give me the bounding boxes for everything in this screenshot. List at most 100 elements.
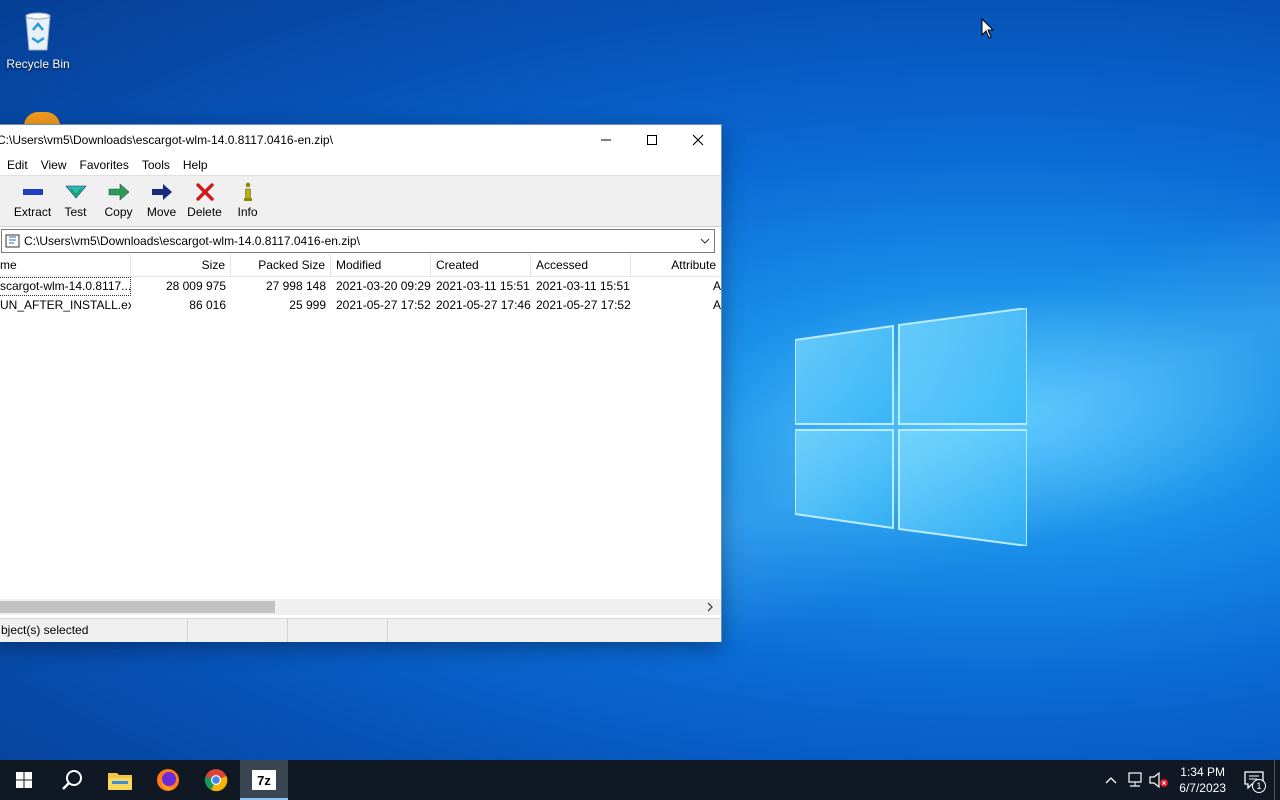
horizontal-scrollbar[interactable] (0, 599, 721, 615)
file-packed-size: 27 998 148 (265, 279, 326, 293)
firefox-icon (157, 769, 179, 791)
clock-time: 1:34 PM (1180, 765, 1225, 779)
toolbar: Extract Test Copy Move Delete Info (0, 175, 721, 227)
close-button[interactable] (675, 125, 721, 155)
status-segment-packed (288, 619, 388, 642)
system-tray: 1:34 PM 6/7/2023 1 (1099, 760, 1280, 800)
column-modified[interactable]: Modified (331, 254, 431, 276)
status-selection-text: bject(s) selected (0, 619, 188, 642)
windows-logo-wallpaper (795, 308, 1027, 546)
file-explorer-icon (108, 773, 132, 790)
extract-label: Extract (13, 205, 52, 219)
column-accessed[interactable]: Accessed (531, 254, 631, 276)
scrollbar-thumb[interactable] (0, 601, 275, 613)
start-icon (16, 772, 32, 788)
file-name: scargot-wlm-14.0.8117... (0, 277, 131, 296)
chevron-down-icon (700, 238, 710, 244)
move-label: Move (146, 205, 177, 219)
mouse-cursor-icon (981, 18, 995, 39)
network-icon (1128, 772, 1142, 787)
chrome-button[interactable] (192, 760, 240, 800)
action-center-button[interactable]: 1 (1234, 760, 1274, 800)
file-created: 2021-03-11 15:51 (436, 279, 530, 293)
clock-date: 6/7/2023 (1179, 781, 1226, 795)
info-button[interactable]: Info (226, 176, 269, 219)
copy-icon (108, 183, 129, 201)
file-modified: 2021-05-27 17:52 (336, 298, 431, 312)
archive-folder-icon (5, 234, 20, 248)
7zip-file-manager-window: C:\Users\vm5\Downloads\escargot-wlm-14.0… (0, 124, 722, 642)
maximize-icon (647, 135, 657, 145)
file-attributes: A (712, 279, 721, 293)
move-button[interactable]: Move (140, 176, 183, 219)
file-explorer-button[interactable] (96, 760, 144, 800)
status-segment-size (188, 619, 288, 642)
recycle-bin-icon (25, 12, 51, 51)
info-icon (243, 182, 252, 201)
test-icon (64, 185, 87, 199)
move-icon (151, 184, 172, 200)
7zip-icon-text: 7z (257, 772, 271, 788)
minimize-button[interactable] (583, 125, 629, 155)
menu-edit[interactable]: Edit (1, 158, 35, 172)
file-accessed: 2021-03-11 15:51 (536, 279, 630, 293)
column-packed-size[interactable]: Packed Size (231, 254, 331, 276)
file-packed-size: 25 999 (289, 298, 326, 312)
start-button[interactable] (0, 760, 48, 800)
menu-bar: Edit View Favorites Tools Help (0, 155, 721, 175)
copy-button[interactable]: Copy (97, 176, 140, 219)
file-list-header: me Size Packed Size Modified Created Acc… (0, 254, 721, 277)
info-label: Info (237, 205, 258, 219)
chevron-right-icon (707, 602, 713, 612)
delete-icon (195, 183, 214, 201)
7zip-icon: 7z (252, 770, 276, 790)
scroll-right-button[interactable] (703, 599, 717, 615)
menu-tools[interactable]: Tools (136, 158, 177, 172)
menu-help[interactable]: Help (177, 158, 215, 172)
file-accessed: 2021-05-27 17:52 (536, 298, 631, 312)
file-size: 28 009 975 (165, 279, 226, 293)
delete-button[interactable]: Delete (183, 176, 226, 219)
extract-button[interactable]: Extract (11, 176, 54, 219)
column-name[interactable]: me (0, 254, 131, 276)
column-size[interactable]: Size (131, 254, 231, 276)
network-button[interactable] (1123, 760, 1147, 800)
chrome-icon (204, 769, 228, 792)
file-attributes: A (712, 298, 721, 312)
title-bar[interactable]: C:\Users\vm5\Downloads\escargot-wlm-14.0… (0, 125, 721, 155)
test-button[interactable]: Test (54, 176, 97, 219)
copy-label: Copy (104, 205, 133, 219)
notification-count-badge: 1 (1252, 779, 1266, 793)
close-icon (692, 134, 704, 146)
minimize-icon (601, 139, 611, 141)
file-row[interactable]: UN_AFTER_INSTALL.exe 86 016 25 999 2021-… (0, 296, 721, 315)
column-created[interactable]: Created (431, 254, 531, 276)
status-bar: bject(s) selected (0, 618, 721, 642)
address-dropdown-button[interactable] (696, 238, 714, 244)
file-row[interactable]: scargot-wlm-14.0.8117... 28 009 975 27 9… (0, 277, 721, 296)
file-size: 86 016 (189, 298, 226, 312)
maximize-button[interactable] (629, 125, 675, 155)
volume-button[interactable] (1147, 760, 1171, 800)
extract-icon (22, 189, 43, 195)
address-bar (1, 229, 715, 253)
7zip-taskbar-button[interactable]: 7z (240, 760, 288, 800)
column-attributes[interactable]: Attribute (631, 254, 721, 276)
window-title: C:\Users\vm5\Downloads\escargot-wlm-14.0… (0, 133, 333, 147)
status-segment-info (388, 619, 721, 642)
recycle-bin-shortcut[interactable]: Recycle Bin (0, 8, 76, 71)
search-button[interactable] (48, 760, 96, 800)
show-hidden-icons-button[interactable] (1099, 760, 1123, 800)
taskbar: 7z 1:34 PM 6/7/2023 1 (0, 760, 1280, 800)
firefox-button[interactable] (144, 760, 192, 800)
chevron-up-icon (1105, 777, 1117, 784)
clock[interactable]: 1:34 PM 6/7/2023 (1171, 764, 1234, 796)
address-input[interactable] (24, 234, 696, 248)
menu-view[interactable]: View (35, 158, 74, 172)
test-label: Test (64, 205, 87, 219)
menu-favorites[interactable]: Favorites (73, 158, 135, 172)
file-name: UN_AFTER_INSTALL.exe (0, 298, 131, 312)
file-modified: 2021-03-20 09:29 (336, 279, 431, 293)
speaker-muted-icon (1149, 772, 1169, 788)
show-desktop-button[interactable] (1274, 760, 1280, 800)
